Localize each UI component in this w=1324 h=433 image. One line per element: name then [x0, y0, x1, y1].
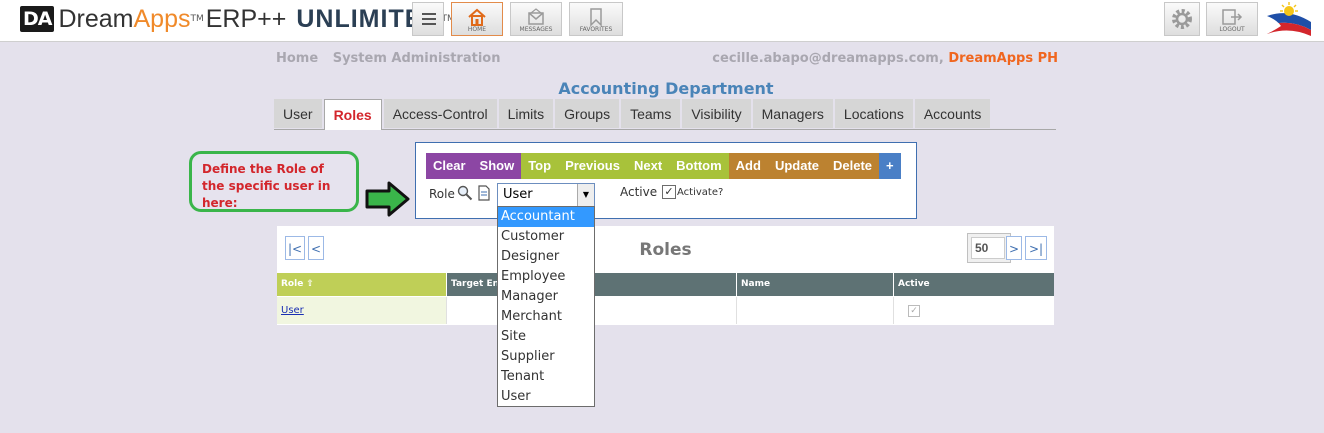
- user-info: cecille.abapo@dreamapps.com, DreamApps P…: [712, 51, 1058, 66]
- dreamapps-logo[interactable]: DA Dream Apps TM ERP++ UNLIMITED TM: [20, 4, 455, 34]
- messages-caption: MESSAGES: [519, 26, 553, 33]
- tab-teams[interactable]: Teams: [621, 99, 681, 128]
- dropdown-option-merchant[interactable]: Merchant: [498, 307, 594, 327]
- search-icon[interactable]: [457, 185, 473, 201]
- next-button[interactable]: Next: [627, 153, 669, 179]
- last-page-button[interactable]: >|: [1025, 236, 1047, 260]
- dropdown-option-customer[interactable]: Customer: [498, 227, 594, 247]
- envelope-icon: [528, 8, 544, 25]
- logo-apps-text: Apps: [133, 4, 191, 33]
- home-icon: [468, 8, 486, 26]
- active-label: Active: [620, 185, 658, 199]
- add-button[interactable]: Add: [729, 153, 768, 179]
- document-icon[interactable]: [477, 185, 491, 201]
- grid-header: Role ⇧ Target En Name Active: [277, 273, 1054, 296]
- cell-active: ✓: [894, 297, 1054, 324]
- role-link[interactable]: User: [281, 305, 304, 316]
- breadcrumb: Home System Administration: [276, 51, 510, 66]
- user-email: cecille.abapo@dreamapps.com,: [712, 51, 944, 66]
- grid-title: Roles: [639, 240, 692, 260]
- logout-icon: [1222, 9, 1243, 25]
- logo-dream-text: Dream: [58, 4, 134, 33]
- action-toolbar: Clear Show Top Previous Next Bottom Add …: [426, 153, 901, 179]
- settings-button[interactable]: [1164, 2, 1200, 36]
- role-select[interactable]: User ▼: [497, 183, 595, 207]
- tab-locations[interactable]: Locations: [834, 99, 913, 128]
- active-checkbox-readonly: ✓: [908, 305, 920, 317]
- clear-button[interactable]: Clear: [426, 153, 473, 179]
- tab-limits[interactable]: Limits: [498, 99, 554, 128]
- home-caption: HOME: [467, 26, 487, 33]
- role-dropdown-list: Accountant Customer Designer Employee Ma…: [497, 206, 595, 407]
- roles-grid: |< < Roles > >| Role ⇧ Target En Name Ac…: [277, 226, 1054, 325]
- cell-name: [737, 297, 894, 324]
- dropdown-option-employee[interactable]: Employee: [498, 267, 594, 287]
- logo-erp-text: ERP++: [205, 4, 287, 33]
- toolbar-group-plus: +: [879, 153, 901, 179]
- user-organization: DreamApps PH: [948, 51, 1058, 66]
- arrow-right-icon: [365, 181, 410, 217]
- admin-tabs: User Roles Access-Control Limits Groups …: [274, 99, 1056, 130]
- top-button[interactable]: Top: [521, 153, 558, 179]
- role-select-value: User: [503, 187, 533, 202]
- top-bar: DA Dream Apps TM ERP++ UNLIMITED TM HOME ME…: [0, 0, 1324, 42]
- chevron-down-icon[interactable]: ▼: [577, 184, 594, 206]
- dropdown-option-manager[interactable]: Manager: [498, 287, 594, 307]
- toolbar-group-clear-show: Clear Show: [426, 153, 522, 179]
- page-size-box: [967, 233, 1011, 263]
- logo-da-mark: DA: [20, 6, 55, 32]
- logo-tm: TM: [190, 14, 204, 24]
- department-title: Accounting Department: [558, 79, 774, 98]
- activate-label: Activate?: [677, 187, 724, 198]
- tab-visibility[interactable]: Visibility: [682, 99, 751, 128]
- tab-groups[interactable]: Groups: [555, 99, 620, 128]
- column-header-active[interactable]: Active: [894, 273, 1054, 296]
- breadcrumb-system-administration[interactable]: System Administration: [333, 51, 501, 66]
- messages-button[interactable]: MESSAGES: [510, 2, 562, 36]
- column-header-role[interactable]: Role ⇧: [277, 273, 447, 296]
- favorites-button[interactable]: FAVORITES: [569, 2, 623, 36]
- tab-roles[interactable]: Roles: [323, 99, 382, 130]
- table-row: User ✓: [277, 297, 1054, 324]
- previous-button[interactable]: Previous: [558, 153, 627, 179]
- dropdown-option-tenant[interactable]: Tenant: [498, 367, 594, 387]
- hamburger-icon: [422, 13, 436, 28]
- home-button[interactable]: HOME: [451, 2, 503, 36]
- dropdown-option-accountant[interactable]: Accountant: [498, 207, 594, 227]
- logout-button[interactable]: LOGOUT: [1206, 2, 1258, 36]
- dropdown-option-designer[interactable]: Designer: [498, 247, 594, 267]
- update-button[interactable]: Update: [768, 153, 826, 179]
- dropdown-option-site[interactable]: Site: [498, 327, 594, 347]
- role-form-panel: Clear Show Top Previous Next Bottom Add …: [415, 142, 917, 219]
- tab-managers[interactable]: Managers: [752, 99, 833, 128]
- next-page-button[interactable]: >: [1006, 236, 1022, 260]
- toolbar-group-navigation: Top Previous Next Bottom: [521, 153, 729, 179]
- tab-access-control[interactable]: Access-Control: [383, 99, 497, 128]
- bookmark-icon: [590, 8, 602, 27]
- breadcrumb-home[interactable]: Home: [276, 51, 318, 66]
- show-button[interactable]: Show: [473, 153, 522, 179]
- delete-button[interactable]: Delete: [826, 153, 879, 179]
- dropdown-option-supplier[interactable]: Supplier: [498, 347, 594, 367]
- plus-button[interactable]: +: [879, 153, 901, 179]
- bottom-button[interactable]: Bottom: [669, 153, 729, 179]
- column-header-name[interactable]: Name: [737, 273, 894, 296]
- activate-checkbox[interactable]: ✓: [662, 185, 676, 199]
- cell-role: User: [277, 297, 447, 324]
- favorites-caption: FAVORITES: [579, 26, 613, 33]
- role-label: Role: [429, 187, 455, 201]
- toolbar-group-edit: Add Update Delete: [728, 153, 880, 179]
- philippine-flag-icon: [1267, 2, 1311, 36]
- menu-button[interactable]: [412, 2, 444, 36]
- gear-icon: [1172, 9, 1192, 29]
- tab-accounts[interactable]: Accounts: [914, 99, 991, 128]
- annotation-callout: Define the Role of the specific user in …: [189, 151, 359, 212]
- tab-user[interactable]: User: [274, 99, 322, 128]
- dropdown-option-user[interactable]: User: [498, 387, 594, 407]
- logout-caption: LOGOUT: [1219, 26, 1245, 33]
- page-size-input[interactable]: [971, 237, 1005, 259]
